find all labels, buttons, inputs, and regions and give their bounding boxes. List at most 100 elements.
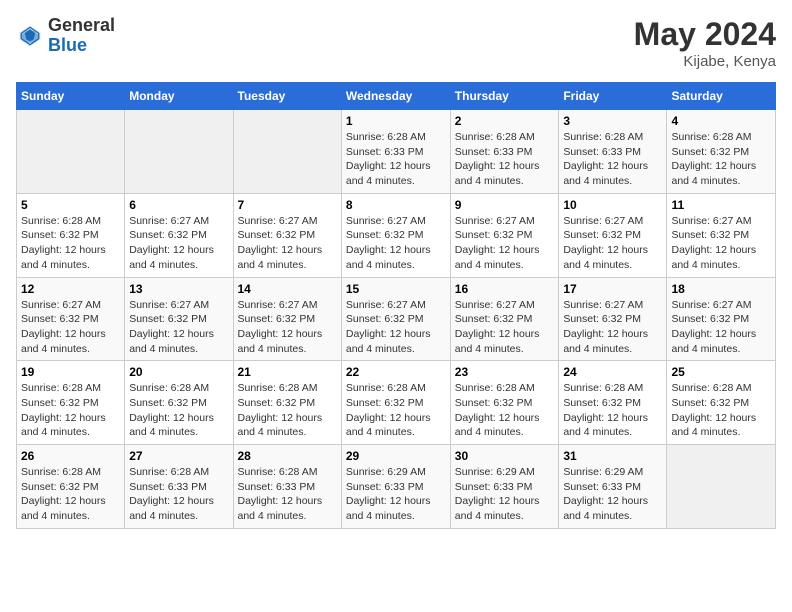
day-number: 19 (21, 365, 120, 379)
calendar-cell (125, 110, 233, 194)
calendar-cell: 12Sunrise: 6:27 AMSunset: 6:32 PMDayligh… (17, 277, 125, 361)
calendar-table: SundayMondayTuesdayWednesdayThursdayFrid… (16, 82, 776, 529)
location: Kijabe, Kenya (634, 53, 776, 70)
calendar-week-2: 5 Sunrise: 6:28 AMSunset: 6:32 PMDaylight… (17, 193, 776, 277)
day-info: Sunrise: 6:28 AMSunset: 6:33 PMDaylight:… (346, 130, 446, 189)
day-info: Sunrise: 6:28 AMSunset: 6:32 PMDaylight:… (129, 381, 228, 440)
calendar-cell: 29Sunrise: 6:29 AMSunset: 6:33 PMDayligh… (341, 445, 450, 529)
day-of-week-wednesday: Wednesday (341, 83, 450, 110)
day-number: 10 (563, 198, 662, 212)
day-info: Sunrise: 6:28 AMSunset: 6:32 PMDaylight:… (21, 465, 120, 524)
day-of-week-saturday: Saturday (667, 83, 776, 110)
day-info: Sunrise: 6:27 AMSunset: 6:32 PMDaylight:… (129, 214, 228, 273)
day-number: 30 (455, 449, 555, 463)
day-info: Sunrise: 6:29 AMSunset: 6:33 PMDaylight:… (346, 465, 446, 524)
day-number: 1 (346, 114, 446, 128)
day-number: 13 (129, 282, 228, 296)
day-number: 12 (21, 282, 120, 296)
calendar-week-5: 26 Sunrise: 6:28 AMSunset: 6:32 PMDayligh… (17, 445, 776, 529)
day-info: Sunrise: 6:28 AMSunset: 6:33 PMDaylight:… (129, 465, 228, 524)
calendar-cell: 22Sunrise: 6:28 AMSunset: 6:32 PMDayligh… (341, 361, 450, 445)
logo-general: General (48, 16, 115, 36)
day-of-week-monday: Monday (125, 83, 233, 110)
page-header: General Blue May 2024 Kijabe, Kenya (16, 16, 776, 70)
day-info: Sunrise: 6:27 AMSunset: 6:32 PMDaylight:… (346, 214, 446, 273)
day-number: 7 (238, 198, 337, 212)
day-number: 31 (563, 449, 662, 463)
calendar-week-3: 12 Sunrise: 6:27 AMSunset: 6:32 PMDayligh… (17, 277, 776, 361)
day-number: 17 (563, 282, 662, 296)
day-number: 18 (671, 282, 771, 296)
day-number: 23 (455, 365, 555, 379)
day-info: Sunrise: 6:28 AMSunset: 6:32 PMDaylight:… (238, 381, 337, 440)
day-info: Sunrise: 6:28 AMSunset: 6:32 PMDaylight:… (346, 381, 446, 440)
calendar-cell: 26 Sunrise: 6:28 AMSunset: 6:32 PMDayligh… (17, 445, 125, 529)
calendar-cell: 7 Sunrise: 6:27 AMSunset: 6:32 PMDaylight… (233, 193, 341, 277)
day-of-week-tuesday: Tuesday (233, 83, 341, 110)
calendar-body: 1 Sunrise: 6:28 AMSunset: 6:33 PMDaylight… (17, 110, 776, 529)
day-info: Sunrise: 6:27 AMSunset: 6:32 PMDaylight:… (671, 214, 771, 273)
day-number: 27 (129, 449, 228, 463)
calendar-cell: 10 Sunrise: 6:27 AMSunset: 6:32 PMDayligh… (559, 193, 667, 277)
day-info: Sunrise: 6:27 AMSunset: 6:32 PMDaylight:… (563, 298, 662, 357)
day-info: Sunrise: 6:27 AMSunset: 6:32 PMDaylight:… (346, 298, 446, 357)
calendar-cell (233, 110, 341, 194)
day-info: Sunrise: 6:28 AMSunset: 6:32 PMDaylight:… (21, 381, 120, 440)
calendar-cell: 4Sunrise: 6:28 AMSunset: 6:32 PMDaylight… (667, 110, 776, 194)
day-number: 26 (21, 449, 120, 463)
day-info: Sunrise: 6:28 AMSunset: 6:32 PMDaylight:… (21, 214, 120, 273)
calendar-cell: 8 Sunrise: 6:27 AMSunset: 6:32 PMDaylight… (341, 193, 450, 277)
calendar-cell: 20Sunrise: 6:28 AMSunset: 6:32 PMDayligh… (125, 361, 233, 445)
calendar-cell: 5 Sunrise: 6:28 AMSunset: 6:32 PMDaylight… (17, 193, 125, 277)
day-info: Sunrise: 6:27 AMSunset: 6:32 PMDaylight:… (671, 298, 771, 357)
calendar-cell: 31 Sunrise: 6:29 AMSunset: 6:33 PMDayligh… (559, 445, 667, 529)
calendar-cell: 3 Sunrise: 6:28 AMSunset: 6:33 PMDaylight… (559, 110, 667, 194)
day-of-week-friday: Friday (559, 83, 667, 110)
day-info: Sunrise: 6:27 AMSunset: 6:32 PMDaylight:… (455, 214, 555, 273)
day-number: 3 (563, 114, 662, 128)
calendar-cell: 27 Sunrise: 6:28 AMSunset: 6:33 PMDayligh… (125, 445, 233, 529)
calendar-cell: 17 Sunrise: 6:27 AMSunset: 6:32 PMDayligh… (559, 277, 667, 361)
day-of-week-sunday: Sunday (17, 83, 125, 110)
day-number: 16 (455, 282, 555, 296)
calendar-cell: 21 Sunrise: 6:28 AMSunset: 6:32 PMDayligh… (233, 361, 341, 445)
calendar-cell: 14Sunrise: 6:27 AMSunset: 6:32 PMDayligh… (233, 277, 341, 361)
day-info: Sunrise: 6:28 AMSunset: 6:32 PMDaylight:… (455, 381, 555, 440)
calendar-cell: 25Sunrise: 6:28 AMSunset: 6:32 PMDayligh… (667, 361, 776, 445)
day-info: Sunrise: 6:28 AMSunset: 6:33 PMDaylight:… (563, 130, 662, 189)
logo: General Blue (16, 16, 115, 56)
calendar-cell: 23 Sunrise: 6:28 AMSunset: 6:32 PMDayligh… (450, 361, 559, 445)
calendar-cell: 15 Sunrise: 6:27 AMSunset: 6:32 PMDayligh… (341, 277, 450, 361)
month-year: May 2024 (634, 16, 776, 53)
day-number: 4 (671, 114, 771, 128)
day-info: Sunrise: 6:27 AMSunset: 6:32 PMDaylight:… (563, 214, 662, 273)
day-number: 2 (455, 114, 555, 128)
day-info: Sunrise: 6:29 AMSunset: 6:33 PMDaylight:… (563, 465, 662, 524)
calendar-header: SundayMondayTuesdayWednesdayThursdayFrid… (17, 83, 776, 110)
day-number: 28 (238, 449, 337, 463)
day-of-week-thursday: Thursday (450, 83, 559, 110)
day-info: Sunrise: 6:27 AMSunset: 6:32 PMDaylight:… (238, 214, 337, 273)
logo-icon (16, 22, 44, 50)
day-headers-row: SundayMondayTuesdayWednesdayThursdayFrid… (17, 83, 776, 110)
day-number: 5 (21, 198, 120, 212)
calendar-cell: 6Sunrise: 6:27 AMSunset: 6:32 PMDaylight… (125, 193, 233, 277)
calendar-cell: 24 Sunrise: 6:28 AMSunset: 6:32 PMDayligh… (559, 361, 667, 445)
day-number: 24 (563, 365, 662, 379)
day-number: 11 (671, 198, 771, 212)
day-number: 14 (238, 282, 337, 296)
calendar-cell: 2Sunrise: 6:28 AMSunset: 6:33 PMDaylight… (450, 110, 559, 194)
calendar-cell: 13 Sunrise: 6:27 AMSunset: 6:32 PMDayligh… (125, 277, 233, 361)
calendar-cell: 1 Sunrise: 6:28 AMSunset: 6:33 PMDaylight… (341, 110, 450, 194)
day-number: 8 (346, 198, 446, 212)
day-info: Sunrise: 6:28 AMSunset: 6:32 PMDaylight:… (563, 381, 662, 440)
day-info: Sunrise: 6:27 AMSunset: 6:32 PMDaylight:… (455, 298, 555, 357)
day-number: 15 (346, 282, 446, 296)
calendar-week-1: 1 Sunrise: 6:28 AMSunset: 6:33 PMDaylight… (17, 110, 776, 194)
calendar-cell: 30 Sunrise: 6:29 AMSunset: 6:33 PMDayligh… (450, 445, 559, 529)
day-info: Sunrise: 6:29 AMSunset: 6:33 PMDaylight:… (455, 465, 555, 524)
calendar-cell: 9Sunrise: 6:27 AMSunset: 6:32 PMDaylight… (450, 193, 559, 277)
day-number: 21 (238, 365, 337, 379)
calendar-week-4: 19 Sunrise: 6:28 AMSunset: 6:32 PMDayligh… (17, 361, 776, 445)
day-info: Sunrise: 6:27 AMSunset: 6:32 PMDaylight:… (129, 298, 228, 357)
